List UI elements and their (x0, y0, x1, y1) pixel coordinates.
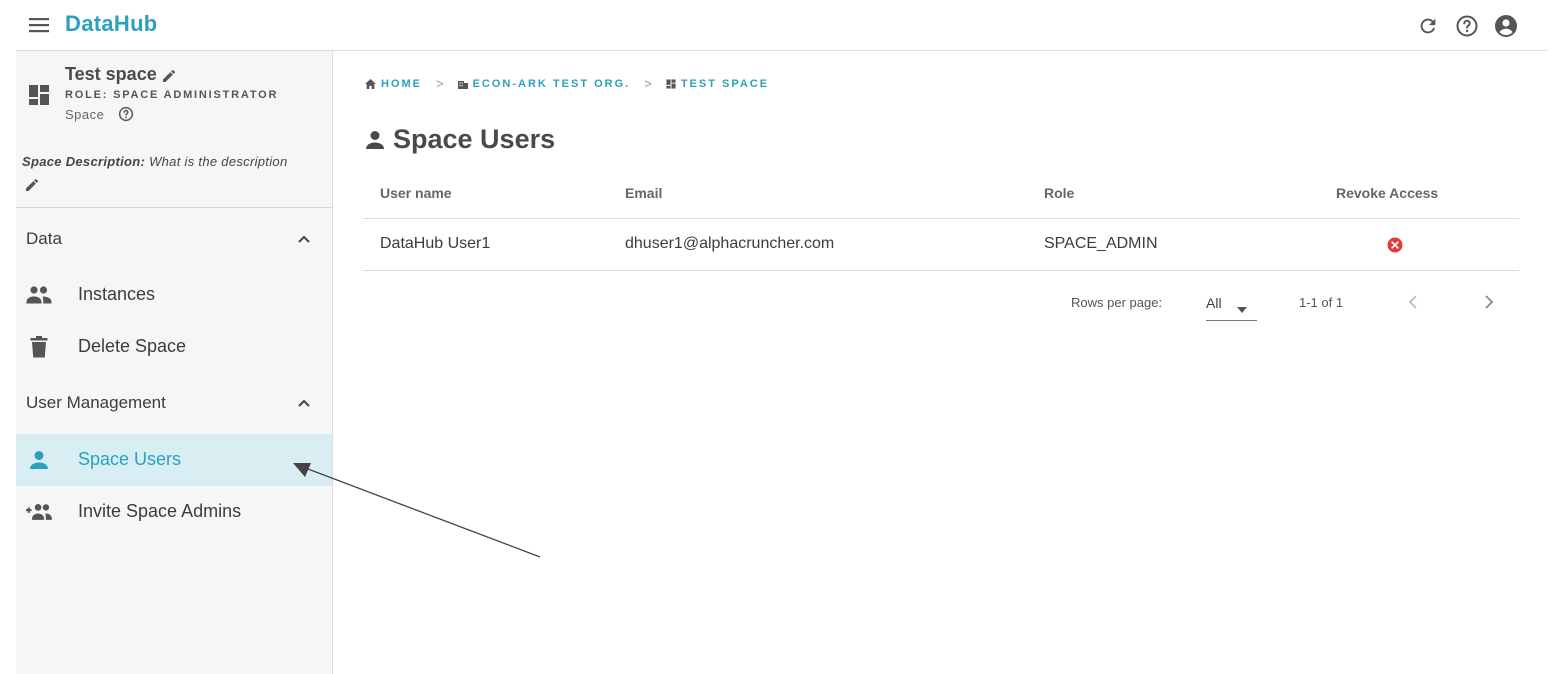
sidebar-item-delete-space[interactable]: Delete Space (16, 321, 332, 373)
breadcrumb-label: HOME (381, 77, 422, 90)
breadcrumb-org[interactable]: ECON-ARK TEST ORG. (457, 77, 631, 90)
space-description: Space Description: What is the descripti… (22, 154, 287, 169)
breadcrumb: HOME > ECON-ARK TEST ORG. > TEST SPACE (365, 76, 769, 91)
top-actions (1415, 13, 1519, 39)
top-app-bar: DataHub (16, 0, 1547, 51)
edit-description-icon[interactable] (24, 177, 40, 193)
cell-user-name: DataHub User1 (380, 235, 491, 252)
edit-name-icon[interactable] (161, 68, 177, 84)
people-icon (26, 283, 52, 307)
section-user-management-header[interactable]: User Management (16, 381, 332, 425)
building-icon (457, 80, 468, 89)
refresh-icon[interactable] (1415, 13, 1441, 39)
sidebar: Test space ROLE: SPACE ADMINISTRATOR Spa… (16, 51, 333, 674)
pagination-range: 1-1 of 1 (1299, 295, 1344, 310)
person-icon (26, 448, 52, 472)
page-title-text: Space Users (393, 124, 556, 154)
sidebar-item-label: Space Users (78, 449, 182, 469)
space-name: Test space (65, 64, 157, 84)
home-icon (365, 78, 376, 89)
breadcrumb-home[interactable]: HOME (365, 78, 422, 90)
breadcrumb-separator: > (644, 76, 652, 91)
caret-down-icon (1237, 300, 1247, 318)
space-role: ROLE: SPACE ADMINISTRATOR (65, 89, 279, 101)
revoke-access-icon[interactable] (1387, 237, 1403, 253)
rows-per-page-select[interactable]: All (1206, 288, 1257, 321)
trash-icon (26, 335, 52, 359)
sidebar-item-invite-space-admins[interactable]: Invite Space Admins (16, 486, 332, 538)
help-circle-icon[interactable] (1454, 13, 1480, 39)
app-title[interactable]: DataHub (65, 11, 158, 37)
breadcrumb-space[interactable]: TEST SPACE (666, 78, 769, 90)
previous-page-icon[interactable] (1403, 292, 1423, 312)
space-description-label: Space Description: (22, 154, 146, 169)
group-add-icon (26, 500, 52, 524)
sidebar-item-label: Instances (78, 284, 156, 304)
section-data-header[interactable]: Data (16, 217, 332, 261)
section-label: User Management (26, 393, 166, 412)
help-circle-icon[interactable] (118, 106, 134, 122)
sidebar-item-instances[interactable]: Instances (16, 269, 332, 321)
section-label: Data (26, 229, 62, 248)
chevron-up-icon (296, 395, 312, 411)
hamburger-menu-icon[interactable] (28, 14, 50, 36)
chevron-up-icon (296, 231, 312, 247)
space-type: Space (65, 107, 105, 122)
table-pagination: Rows per page: All 1-1 of 1 (363, 282, 1519, 322)
next-page-icon[interactable] (1479, 292, 1499, 312)
sidebar-item-space-users[interactable]: Space Users (16, 434, 332, 486)
account-circle-icon[interactable] (1493, 13, 1519, 39)
column-header-user-name[interactable]: User name (380, 185, 452, 201)
person-icon (366, 130, 384, 149)
dashboard-icon (28, 84, 50, 106)
sidebar-item-label: Delete Space (78, 336, 187, 356)
breadcrumb-label: TEST SPACE (680, 77, 770, 90)
sidebar-item-label: Invite Space Admins (78, 501, 242, 521)
table-header: User name Email Role Revoke Access (363, 170, 1519, 219)
space-description-text: What is the description (145, 154, 288, 169)
rows-per-page-label: Rows per page: (1071, 295, 1163, 310)
breadcrumb-label: ECON-ARK TEST ORG. (472, 77, 631, 90)
table-row: DataHub User1 dhuser1@alphacruncher.com … (363, 219, 1519, 271)
column-header-revoke-access[interactable]: Revoke Access (1336, 185, 1438, 201)
users-table: User name Email Role Revoke Access DataH… (363, 170, 1519, 271)
cell-email: dhuser1@alphacruncher.com (625, 235, 835, 252)
breadcrumb-separator: > (436, 76, 444, 91)
column-header-role[interactable]: Role (1044, 185, 1074, 201)
page-title: Space Users (365, 124, 555, 155)
cell-role: SPACE_ADMIN (1044, 235, 1158, 252)
space-header: Test space ROLE: SPACE ADMINISTRATOR Spa… (16, 51, 332, 208)
dashboard-icon (666, 78, 676, 89)
rows-per-page-value: All (1206, 295, 1222, 311)
column-header-email[interactable]: Email (625, 185, 662, 201)
